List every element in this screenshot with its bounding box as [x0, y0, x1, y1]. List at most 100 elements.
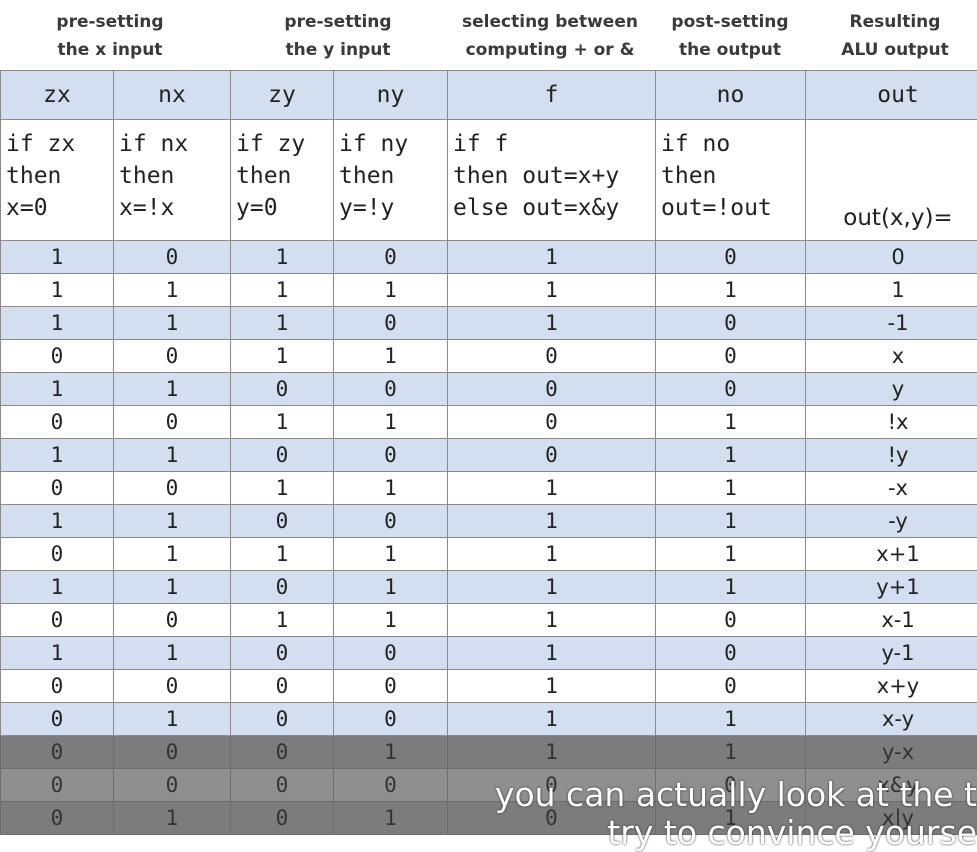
header-zx: zx	[1, 71, 114, 120]
group-x-input: pre-setting the x input	[20, 8, 200, 64]
cell-zy: 0	[231, 571, 334, 604]
cell-ny: 0	[334, 505, 448, 538]
table-row: 110011-y	[1, 505, 977, 538]
table-row: 001100x	[1, 340, 977, 373]
cell-nx: 1	[114, 703, 231, 736]
header-f: f	[448, 71, 656, 120]
cell-f: 1	[448, 604, 656, 637]
table-row: 001101!x	[1, 406, 977, 439]
cell-nx: 0	[114, 472, 231, 505]
cell-nx: 0	[114, 241, 231, 274]
group-x-input-line1: pre-setting	[20, 8, 200, 36]
cell-zx: 1	[1, 571, 114, 604]
group-alu-output: Resulting ALU output	[820, 8, 970, 64]
table-row: 110000y	[1, 373, 977, 406]
group-output-post-line1: post-setting	[660, 8, 800, 36]
cell-out: -1	[806, 307, 977, 340]
cell-zx: 1	[1, 505, 114, 538]
cell-ny: 1	[334, 736, 448, 769]
alu-truth-table: zx nx zy ny f no out if zx then x=0 if n…	[0, 70, 977, 835]
cell-ny: 0	[334, 703, 448, 736]
cell-ny: 1	[334, 571, 448, 604]
desc-no: if no then out=!out	[656, 120, 806, 241]
group-function-select-line2: computing + or &	[452, 36, 648, 64]
cell-nx: 0	[114, 670, 231, 703]
cell-no: 1	[656, 406, 806, 439]
cell-out: x-1	[806, 604, 977, 637]
cell-zx: 0	[1, 703, 114, 736]
cell-nx: 0	[114, 406, 231, 439]
cell-out: 0	[806, 241, 977, 274]
group-alu-output-line2: ALU output	[820, 36, 970, 64]
header-nx: nx	[114, 71, 231, 120]
cell-out: x+1	[806, 538, 977, 571]
cell-nx: 1	[114, 637, 231, 670]
cell-zy: 1	[231, 241, 334, 274]
cell-no: 1	[656, 472, 806, 505]
cell-ny: 1	[334, 340, 448, 373]
table-row: 001110x-1	[1, 604, 977, 637]
cell-zx: 1	[1, 274, 114, 307]
cell-nx: 1	[114, 373, 231, 406]
group-x-input-line2: the x input	[20, 36, 200, 64]
cell-no: 0	[656, 604, 806, 637]
cell-zy: 1	[231, 307, 334, 340]
cell-no: 0	[656, 241, 806, 274]
cell-no: 0	[656, 373, 806, 406]
cell-ny: 1	[334, 538, 448, 571]
cell-ny: 0	[334, 307, 448, 340]
table-row: 110111y+1	[1, 571, 977, 604]
cell-ny: 1	[334, 274, 448, 307]
table-row: 110001!y	[1, 439, 977, 472]
header-out: out	[806, 71, 977, 120]
cell-f: 1	[448, 571, 656, 604]
cell-out: !y	[806, 439, 977, 472]
cell-zx: 1	[1, 439, 114, 472]
group-function-select-line1: selecting between	[452, 8, 648, 36]
cell-zx: 0	[1, 736, 114, 769]
cell-no: 1	[656, 274, 806, 307]
cell-zx: 1	[1, 373, 114, 406]
cell-ny: 0	[334, 373, 448, 406]
cell-ny: 0	[334, 439, 448, 472]
column-group-headers: pre-setting the x input pre-setting the …	[0, 0, 977, 70]
group-alu-output-line1: Resulting	[820, 8, 970, 36]
group-y-input: pre-setting the y input	[248, 8, 428, 64]
table-row: 011111x+1	[1, 538, 977, 571]
cell-zx: 1	[1, 637, 114, 670]
cell-zx: 0	[1, 538, 114, 571]
cell-out: x-y	[806, 703, 977, 736]
cell-zx: 0	[1, 604, 114, 637]
desc-nx: if nx then x=!x	[114, 120, 231, 241]
cell-zy: 1	[231, 604, 334, 637]
cell-zx: 1	[1, 241, 114, 274]
cell-zy: 1	[231, 274, 334, 307]
cell-nx: 1	[114, 571, 231, 604]
table-row: 000111y-x	[1, 736, 977, 769]
subtitle-line2: try to convince yourse	[0, 814, 977, 852]
cell-nx: 0	[114, 340, 231, 373]
cell-out: x	[806, 340, 977, 373]
cell-zy: 1	[231, 340, 334, 373]
cell-zy: 0	[231, 637, 334, 670]
header-ny: ny	[334, 71, 448, 120]
table-row: 010011x-y	[1, 703, 977, 736]
group-output-post-line2: the output	[660, 36, 800, 64]
cell-zy: 0	[231, 736, 334, 769]
cell-no: 0	[656, 670, 806, 703]
cell-zy: 0	[231, 373, 334, 406]
table-row: 1010100	[1, 241, 977, 274]
cell-out: y+1	[806, 571, 977, 604]
cell-f: 0	[448, 340, 656, 373]
cell-nx: 1	[114, 505, 231, 538]
cell-zy: 0	[231, 703, 334, 736]
cell-zx: 0	[1, 670, 114, 703]
truth-table-body: 10101001111111111010-1001100x110000y0011…	[1, 241, 977, 835]
cell-ny: 0	[334, 241, 448, 274]
video-subtitle: you can actually look at the t try to co…	[0, 776, 977, 852]
desc-ny: if ny then y=!y	[334, 120, 448, 241]
table-row: 1111111	[1, 274, 977, 307]
cell-f: 1	[448, 241, 656, 274]
cell-f: 1	[448, 670, 656, 703]
table-row: 110010y-1	[1, 637, 977, 670]
